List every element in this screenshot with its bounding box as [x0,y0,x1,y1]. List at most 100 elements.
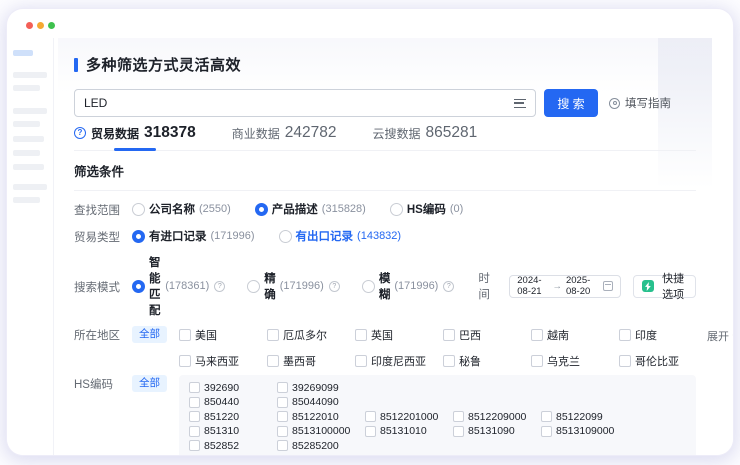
hs-all-chip[interactable]: 全部 [132,375,167,392]
date-end: 2025-08-20 [566,275,597,297]
radio-fuzzy-match[interactable]: 模糊 (171996) [362,270,455,302]
hs-code-panel: 392690 39269099 850440 [179,375,696,455]
window-controls [26,22,55,29]
country-checkbox[interactable]: 厄瓜多尔 [267,327,355,342]
sidebar-skeleton-item-active[interactable] [13,50,33,56]
hs-code-checkbox[interactable]: 8512201000 [365,410,453,423]
search-box [74,89,536,117]
country-checkbox[interactable]: 秘鲁 [443,353,531,368]
hs-code-checkbox[interactable]: 85131090 [453,425,541,438]
fill-guide-link[interactable]: 填写指南 [609,95,671,111]
info-icon[interactable] [443,281,454,292]
date-range-picker[interactable]: 2024-08-21 → 2025-08-20 [509,275,621,298]
radio-exact-match[interactable]: 精确 (171996) [247,270,340,302]
checkbox-icon [179,355,191,367]
hs-code-checkbox[interactable]: 39269099 [277,381,365,394]
search-input[interactable] [84,96,514,110]
country-checkbox[interactable]: 巴西 [443,327,531,342]
country-checkbox[interactable]: 墨西哥 [267,353,355,368]
country-checkbox[interactable]: 印度 [619,327,707,342]
tab-business-data[interactable]: 商业数据 242782 [232,124,337,150]
checkbox-icon [277,397,288,408]
hs-code-checkbox[interactable]: 851310 [189,425,277,438]
hs-code-checkbox[interactable]: 392690 [189,381,277,394]
hs-code-checkbox[interactable]: 85122099 [541,410,629,423]
info-icon[interactable] [214,281,225,292]
hs-code-checkbox[interactable]: 851220 [189,410,277,423]
tab-trade-data[interactable]: 贸易数据 318378 [74,124,196,150]
radio-icon [390,203,403,216]
hs-code-checkbox[interactable]: 8512209000 [453,410,541,423]
sidebar-skeleton-item[interactable] [13,108,47,114]
hs-code-checkbox[interactable]: 8513109000 [541,425,629,438]
window-close-dot[interactable] [26,22,33,29]
filter-row-search-mode: 搜索模式 智能匹配 (178361) 精确 (171996) [74,254,696,318]
data-tabs: 贸易数据 318378 商业数据 242782 云搜数据 865281 [74,123,696,151]
sidebar-skeleton-item[interactable] [13,85,40,91]
filter-row-region: 所在地区 全部 美国 厄瓜多尔 [74,326,696,368]
country-checkbox[interactable]: 马来西亚 [179,353,267,368]
sidebar-skeleton-item[interactable] [13,164,44,170]
radio-icon [279,230,292,243]
sidebar-skeleton-item[interactable] [13,197,40,203]
country-checkbox[interactable]: 印度尼西亚 [355,353,443,368]
search-button[interactable]: 搜 索 [544,89,598,117]
hs-code-checkbox[interactable]: 852852 [189,439,277,452]
checkbox-icon [277,411,288,422]
guide-circle-icon [609,98,620,109]
hs-code-checkbox[interactable]: 85285910 [277,454,365,456]
quick-options-button[interactable]: 快捷选项 [633,275,696,298]
hs-code-value: 85131090 [468,425,515,437]
window-minimize-dot[interactable] [37,22,44,29]
country-label: 哥伦比亚 [635,353,679,369]
hs-code-label: HS编码 [74,375,124,392]
hs-code-checkbox[interactable]: 852859 [189,454,277,456]
country-checkbox[interactable]: 乌克兰 [531,353,619,368]
filter-row-trade-type: 贸易类型 有进口记录 (171996) 有出口记录 (143832) [74,227,696,245]
checkbox-icon [267,329,279,341]
checkbox-icon [277,440,288,451]
expand-link[interactable]: 展开 [707,326,733,344]
country-checkbox[interactable]: 哥伦比亚 [619,353,707,368]
info-icon[interactable] [329,281,340,292]
hs-code-checkbox[interactable]: 8513100000 [277,425,365,438]
radio-company-name[interactable]: 公司名称 (2550) [132,201,231,217]
hs-code-checkbox[interactable]: 85131010 [365,425,453,438]
radio-export-records[interactable]: 有出口记录 (143832) [279,228,402,244]
radio-smart-match[interactable]: 智能匹配 (178361) [132,254,225,318]
hs-code-checkbox[interactable]: 850440 [189,396,277,409]
hs-code-checkbox[interactable]: 85285200 [277,439,365,452]
radio-product-description[interactable]: 产品描述 (315828) [255,201,366,217]
hs-row: 392690 39269099 [189,381,690,394]
window-zoom-dot[interactable] [48,22,55,29]
radio-import-records[interactable]: 有进口记录 (171996) [132,228,255,244]
sidebar-skeleton-item[interactable] [13,136,44,142]
page-title: 多种筛选方式灵活高效 [74,38,696,75]
checkbox-icon [189,440,200,451]
checkbox-icon [531,329,543,341]
sidebar-skeleton-item[interactable] [13,150,40,156]
checkbox-icon [277,382,288,393]
list-menu-icon[interactable] [514,99,526,108]
checkbox-icon [443,355,455,367]
region-row-1: 美国 厄瓜多尔 英国 巴西 [179,326,707,344]
sidebar-skeleton-item[interactable] [13,121,40,127]
trade-type-label: 贸易类型 [74,228,124,245]
hs-row: 852852 85285200 [189,439,690,452]
country-checkbox[interactable]: 英国 [355,327,443,342]
checkbox-icon [365,426,376,437]
country-checkbox[interactable]: 美国 [179,327,267,342]
hs-code-checkbox[interactable]: 85044090 [277,396,365,409]
sidebar-skeleton-item[interactable] [13,184,47,190]
tab-cloud-search-data[interactable]: 云搜数据 865281 [373,124,478,150]
lightning-icon [642,280,654,292]
country-checkbox[interactable]: 越南 [531,327,619,342]
hs-code-value: 852852 [204,440,239,452]
hs-code-value: 85122010 [292,411,339,423]
hs-code-checkbox[interactable]: 85122010 [277,410,365,423]
checkbox-icon [619,329,631,341]
region-all-chip[interactable]: 全部 [132,326,167,343]
hs-code-value: 85044090 [292,396,339,408]
radio-hs-code[interactable]: HS编码 (0) [390,201,463,217]
sidebar-skeleton-item[interactable] [13,72,47,78]
